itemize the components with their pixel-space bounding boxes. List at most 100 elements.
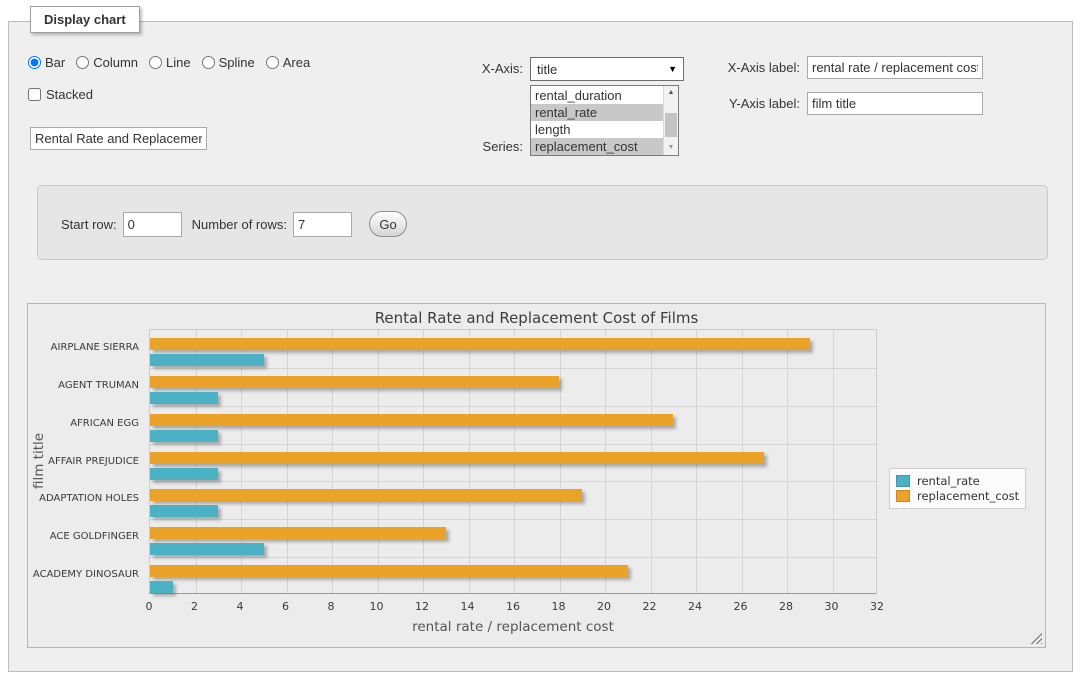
bar-rental_rate-academy-dinosaur <box>150 581 173 593</box>
category-label: ADAPTATION HOLES <box>28 493 139 504</box>
num-rows-label: Number of rows: <box>192 217 287 232</box>
x-tick-label: 24 <box>680 600 710 613</box>
x-tick-label: 0 <box>134 600 164 613</box>
chart-title-input[interactable] <box>30 127 207 150</box>
x-tick-label: 6 <box>271 600 301 613</box>
category-label: AFFAIR PREJUDICE <box>28 456 139 467</box>
legend-label: rental_rate <box>917 474 980 488</box>
legend-label: replacement_cost <box>917 489 1019 503</box>
radio-label-text: Column <box>93 55 138 70</box>
x-tick-label: 12 <box>407 600 437 613</box>
radio-label-text: Spline <box>219 55 255 70</box>
plot-area <box>149 329 877 594</box>
listbox-scrollbar[interactable]: ▲ ▼ <box>663 86 678 155</box>
x-tick-label: 28 <box>771 600 801 613</box>
radio-label-text: Line <box>166 55 191 70</box>
bar-rental_rate-african-egg <box>150 430 218 442</box>
page: Display chart Bar Column Line Spline Area St… <box>0 0 1081 681</box>
bar-rental_rate-adaptation-holes <box>150 505 218 517</box>
column-radio[interactable] <box>76 56 89 69</box>
stacked-checkbox[interactable] <box>28 88 41 101</box>
x-axis-label-input[interactable] <box>807 56 983 79</box>
y-axis-label-input[interactable] <box>807 92 983 115</box>
radio-label-text: Area <box>283 55 310 70</box>
bar-replacement_cost-agent-truman <box>150 376 559 388</box>
scroll-up-icon[interactable]: ▲ <box>664 86 678 100</box>
series-option-length[interactable]: length <box>531 121 663 138</box>
line-radio[interactable] <box>149 56 162 69</box>
go-button[interactable]: Go <box>369 211 407 237</box>
chart-title: Rental Rate and Replacement Cost of Film… <box>28 309 1045 327</box>
bar-rental_rate-airplane-sierra <box>150 354 264 366</box>
chart-type-option-column[interactable]: Column <box>76 55 138 70</box>
series-option-replacement_cost[interactable]: replacement_cost <box>531 138 663 155</box>
category-label: AFRICAN EGG <box>28 418 139 429</box>
radio-label-text: Bar <box>45 55 65 70</box>
legend-swatch <box>896 475 910 487</box>
x-tick-label: 32 <box>862 600 892 613</box>
chevron-down-icon: ▼ <box>668 64 677 74</box>
x-tick-label: 4 <box>225 600 255 613</box>
start-row-label: Start row: <box>61 217 117 232</box>
x-tick-label: 10 <box>362 600 392 613</box>
gridline <box>787 330 788 593</box>
start-row-input[interactable] <box>123 212 182 237</box>
panel-legend: Display chart <box>30 6 140 33</box>
series-listbox[interactable]: rental_durationrental_ratelengthreplacem… <box>530 85 679 156</box>
x-tick-label: 16 <box>498 600 528 613</box>
bar-rental_rate-agent-truman <box>150 392 218 404</box>
x-tick-label: 20 <box>589 600 619 613</box>
x-axis-select[interactable]: title ▼ <box>530 57 684 81</box>
x-axis-selected-value: title <box>537 62 668 77</box>
bar-replacement_cost-ace-goldfinger <box>150 527 446 539</box>
chart-container: Rental Rate and Replacement Cost of Film… <box>27 303 1046 648</box>
legend-item-replacement_cost: replacement_cost <box>896 489 1019 503</box>
legend-item-rental_rate: rental_rate <box>896 474 1019 488</box>
bar-radio[interactable] <box>28 56 41 69</box>
bar-rental_rate-ace-goldfinger <box>150 543 264 555</box>
x-tick-label: 26 <box>726 600 756 613</box>
chart-type-option-line[interactable]: Line <box>149 55 191 70</box>
series-option-rental_rate[interactable]: rental_rate <box>531 104 663 121</box>
scrollbar-thumb[interactable] <box>665 113 677 137</box>
legend-swatch <box>896 490 910 502</box>
num-rows-input[interactable] <box>293 212 352 237</box>
chart-type-option-spline[interactable]: Spline <box>202 55 255 70</box>
x-tick-label: 2 <box>180 600 210 613</box>
gridline <box>150 557 876 558</box>
category-label: AIRPLANE SIERRA <box>28 342 139 353</box>
category-label: ACE GOLDFINGER <box>28 531 139 542</box>
bar-replacement_cost-airplane-sierra <box>150 338 810 350</box>
category-label: AGENT TRUMAN <box>28 380 139 391</box>
bar-replacement_cost-african-egg <box>150 414 673 426</box>
chart-type-radio-group: Bar Column Line Spline Area <box>28 55 317 70</box>
bar-rental_rate-affair-prejudice <box>150 468 218 480</box>
gridline <box>150 519 876 520</box>
series-select-label: Series: <box>455 139 523 154</box>
x-tick-label: 18 <box>544 600 574 613</box>
bar-replacement_cost-adaptation-holes <box>150 489 582 501</box>
gridline <box>150 481 876 482</box>
y-axis-label-label: Y-Axis label: <box>710 96 800 111</box>
area-radio[interactable] <box>266 56 279 69</box>
chart-resize-handle[interactable] <box>1030 632 1042 644</box>
category-label: ACADEMY DINOSAUR <box>28 569 139 580</box>
row-range-panel: Start row: Number of rows: Go <box>37 185 1048 260</box>
gridline <box>150 444 876 445</box>
spline-radio[interactable] <box>202 56 215 69</box>
chart-legend: rental_ratereplacement_cost <box>889 468 1026 509</box>
gridline <box>150 368 876 369</box>
x-tick-label: 22 <box>635 600 665 613</box>
series-option-rental_duration[interactable]: rental_duration <box>531 87 663 104</box>
x-tick-label: 30 <box>817 600 847 613</box>
chart-type-option-bar[interactable]: Bar <box>28 55 65 70</box>
gridline <box>150 406 876 407</box>
x-axis-select-label: X-Axis: <box>455 61 523 76</box>
chart-x-axis-title: rental rate / replacement cost <box>149 619 877 635</box>
chart-type-option-area[interactable]: Area <box>266 55 310 70</box>
category-axis: AIRPLANE SIERRA AGENT TRUMAN AFRICAN EGG AF… <box>28 329 144 594</box>
x-tick-label: 8 <box>316 600 346 613</box>
bar-replacement_cost-affair-prejudice <box>150 452 764 464</box>
stacked-checkbox-label[interactable]: Stacked <box>28 87 93 102</box>
scroll-down-icon[interactable]: ▼ <box>664 141 678 155</box>
